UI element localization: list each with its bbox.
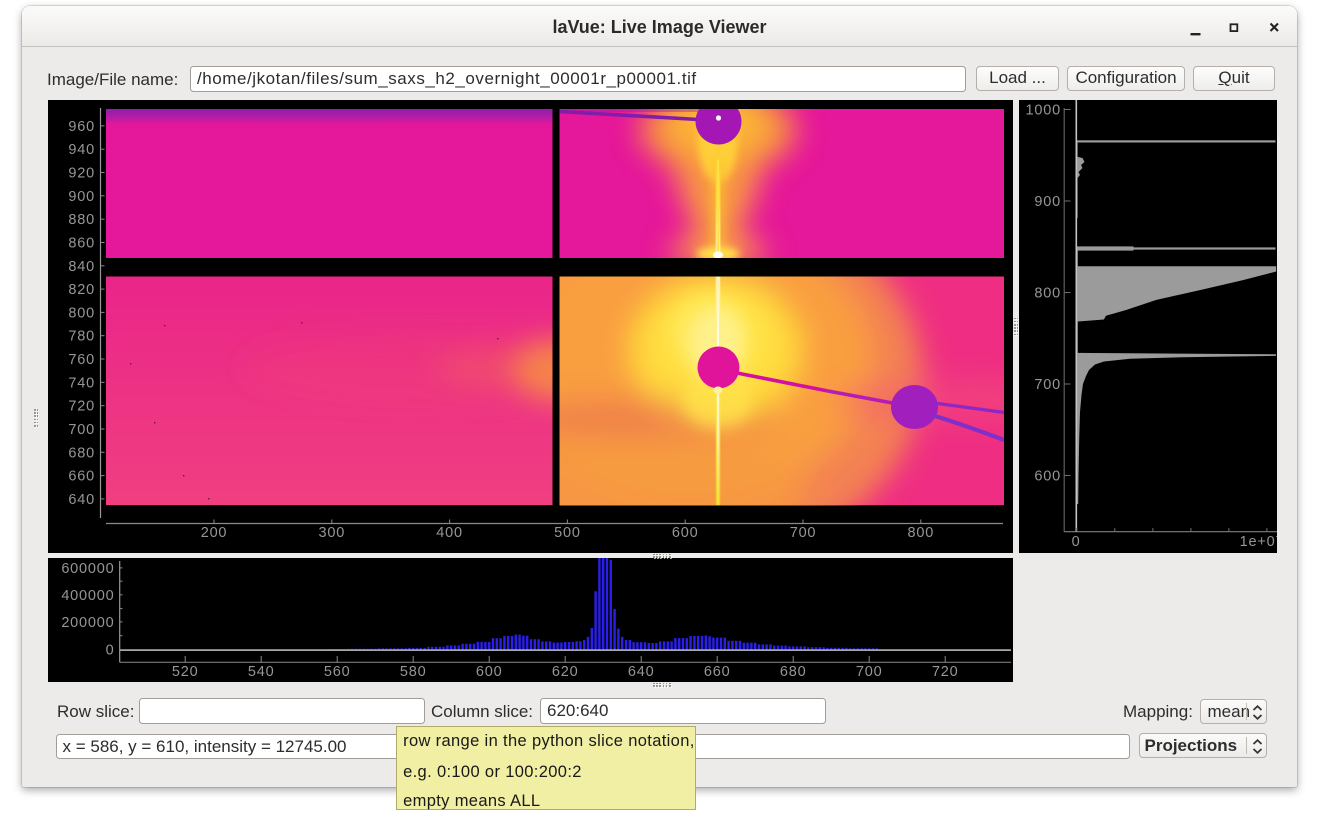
svg-text:640: 640 (628, 664, 655, 680)
svg-text:700: 700 (1034, 377, 1061, 393)
svg-text:300: 300 (319, 525, 346, 541)
svg-text:0: 0 (1071, 534, 1080, 550)
svg-text:1000: 1000 (1025, 103, 1060, 119)
svg-text:920: 920 (68, 166, 95, 182)
svg-text:900: 900 (1034, 194, 1061, 210)
svg-text:520: 520 (172, 664, 199, 680)
svg-text:960: 960 (68, 119, 95, 135)
svg-text:200: 200 (201, 525, 228, 541)
svg-text:780: 780 (68, 329, 95, 345)
svg-text:620: 620 (552, 664, 579, 680)
svg-text:820: 820 (68, 282, 95, 298)
svg-text:800: 800 (908, 525, 935, 541)
svg-text:400: 400 (436, 525, 463, 541)
svg-text:700: 700 (790, 525, 817, 541)
svg-text:940: 940 (68, 142, 95, 158)
svg-text:640: 640 (68, 492, 95, 508)
svg-text:740: 740 (68, 375, 95, 391)
svg-text:600: 600 (476, 664, 503, 680)
svg-text:660: 660 (68, 469, 95, 485)
svg-text:800: 800 (68, 305, 95, 321)
svg-text:660: 660 (704, 664, 731, 680)
svg-text:900: 900 (68, 189, 95, 205)
svg-text:860: 860 (68, 236, 95, 252)
svg-text:720: 720 (932, 664, 959, 680)
svg-text:600000: 600000 (61, 560, 114, 576)
svg-text:500: 500 (554, 525, 581, 541)
svg-text:400000: 400000 (61, 587, 114, 603)
svg-text:880: 880 (68, 212, 95, 228)
svg-text:680: 680 (68, 445, 95, 461)
svg-text:760: 760 (68, 352, 95, 368)
svg-text:720: 720 (68, 399, 95, 415)
svg-text:680: 680 (780, 664, 807, 680)
svg-text:540: 540 (248, 664, 275, 680)
svg-text:0: 0 (106, 642, 115, 658)
svg-text:840: 840 (68, 259, 95, 275)
svg-text:1e+07: 1e+07 (1239, 534, 1277, 550)
svg-text:600: 600 (1034, 469, 1061, 485)
svg-text:800: 800 (1034, 286, 1061, 302)
svg-text:700: 700 (68, 422, 95, 438)
svg-text:600: 600 (672, 525, 699, 541)
svg-text:580: 580 (400, 664, 427, 680)
svg-text:700: 700 (856, 664, 883, 680)
svg-text:200000: 200000 (61, 614, 114, 630)
svg-text:560: 560 (324, 664, 351, 680)
